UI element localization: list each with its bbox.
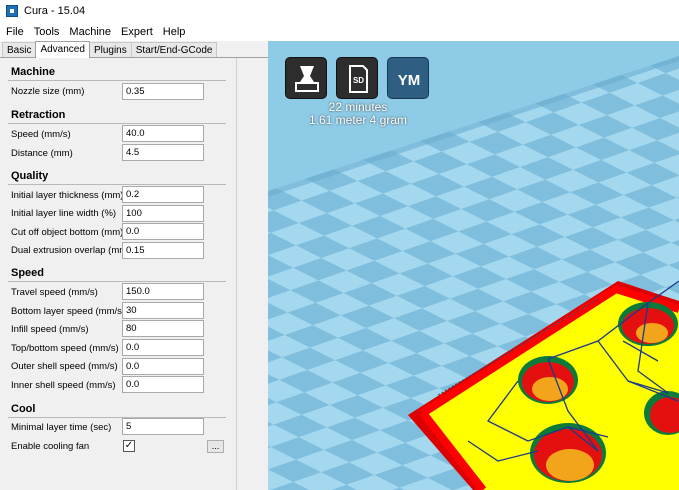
3d-viewport[interactable]: SD YM 22 minutes 1.61 meter 4 gram: [268, 41, 679, 490]
youmagine-upload-button[interactable]: YM: [387, 57, 429, 99]
cooling-fan-settings-button[interactable]: ...: [207, 440, 224, 453]
section-divider: [8, 281, 226, 282]
retraction-distance-input[interactable]: 4.5: [122, 144, 204, 161]
section-quality-title: Quality: [11, 170, 49, 182]
travel-speed-input[interactable]: 150.0: [122, 283, 204, 300]
section-divider: [8, 80, 226, 81]
section-cool-title: Cool: [11, 403, 36, 415]
travel-speed-label: Travel speed (mm/s): [11, 287, 98, 298]
section-retraction-title: Retraction: [11, 109, 66, 121]
bottom-layer-speed-input[interactable]: 30: [122, 302, 204, 319]
retraction-speed-input[interactable]: 40.0: [122, 125, 204, 142]
window-title: Cura - 15.04: [24, 5, 86, 17]
section-divider: [8, 123, 226, 124]
advanced-settings-panel: Machine Nozzle size (mm) 0.35 Retraction…: [0, 58, 237, 490]
menu-tools[interactable]: Tools: [32, 26, 66, 38]
retraction-distance-label: Distance (mm): [11, 148, 73, 159]
enable-cooling-fan-checkbox[interactable]: ✓: [123, 440, 135, 452]
cura-app-icon: [6, 5, 18, 17]
minimal-layer-time-label: Minimal layer time (sec): [11, 422, 112, 433]
print-estimate: 22 minutes 1.61 meter 4 gram: [288, 101, 428, 127]
load-model-button[interactable]: [285, 57, 327, 99]
load-model-icon: [295, 66, 319, 92]
top-bottom-speed-input[interactable]: 0.0: [122, 339, 204, 356]
panel-gutter: [237, 58, 268, 490]
tab-advanced[interactable]: Advanced: [35, 41, 90, 58]
retraction-speed-label: Speed (mm/s): [11, 129, 71, 140]
sd-label: SD: [353, 76, 364, 85]
menu-bar: File Tools Machine Expert Help: [0, 23, 679, 41]
initial-line-width-input[interactable]: 100: [122, 205, 204, 222]
infill-speed-input[interactable]: 80: [122, 320, 204, 337]
initial-layer-thickness-label: Initial layer thickness (mm): [11, 190, 124, 201]
minimal-layer-time-input[interactable]: 5: [122, 418, 204, 435]
menu-file[interactable]: File: [4, 26, 30, 38]
section-machine-title: Machine: [11, 66, 56, 78]
inner-shell-speed-label: Inner shell speed (mm/s): [11, 380, 116, 391]
top-bottom-speed-label: Top/bottom speed (mm/s): [11, 343, 119, 354]
tab-basic[interactable]: Basic: [2, 42, 37, 57]
dual-extrusion-overlap-label: Dual extrusion overlap (mm): [11, 245, 131, 256]
nozzle-size-label: Nozzle size (mm): [11, 86, 85, 97]
settings-tab-bar: Basic Advanced Plugins Start/End-GCode: [0, 41, 268, 58]
outer-shell-speed-input[interactable]: 0.0: [122, 358, 204, 375]
infill-speed-label: Infill speed (mm/s): [11, 324, 89, 335]
sd-card-icon: SD: [349, 65, 368, 93]
print-material-text: 1.61 meter 4 gram: [308, 113, 408, 127]
cut-off-bottom-input[interactable]: 0.0: [122, 223, 204, 240]
initial-layer-thickness-input[interactable]: 0.2: [122, 186, 204, 203]
ym-label: YM: [398, 72, 421, 89]
dual-extrusion-overlap-input[interactable]: 0.15: [122, 242, 204, 259]
inner-shell-speed-input[interactable]: 0.0: [122, 376, 204, 393]
menu-expert[interactable]: Expert: [119, 26, 159, 38]
nozzle-size-input[interactable]: 0.35: [122, 83, 204, 100]
title-bar: Cura - 15.04: [0, 0, 679, 22]
cut-off-bottom-label: Cut off object bottom (mm): [11, 227, 124, 238]
menu-help[interactable]: Help: [161, 26, 192, 38]
save-to-sd-button[interactable]: SD: [336, 57, 378, 99]
tab-start-end-gcode[interactable]: Start/End-GCode: [130, 42, 218, 57]
initial-line-width-label: Initial layer line width (%): [11, 208, 117, 219]
outer-shell-speed-label: Outer shell speed (mm/s): [11, 361, 118, 372]
section-speed-title: Speed: [11, 267, 45, 279]
tab-plugins[interactable]: Plugins: [88, 42, 132, 57]
youmagine-icon: YM: [398, 72, 421, 89]
bottom-layer-speed-label: Bottom layer speed (mm/s): [11, 306, 126, 317]
section-divider: [8, 184, 226, 185]
menu-machine[interactable]: Machine: [67, 26, 117, 38]
enable-cooling-fan-label: Enable cooling fan: [11, 441, 90, 452]
